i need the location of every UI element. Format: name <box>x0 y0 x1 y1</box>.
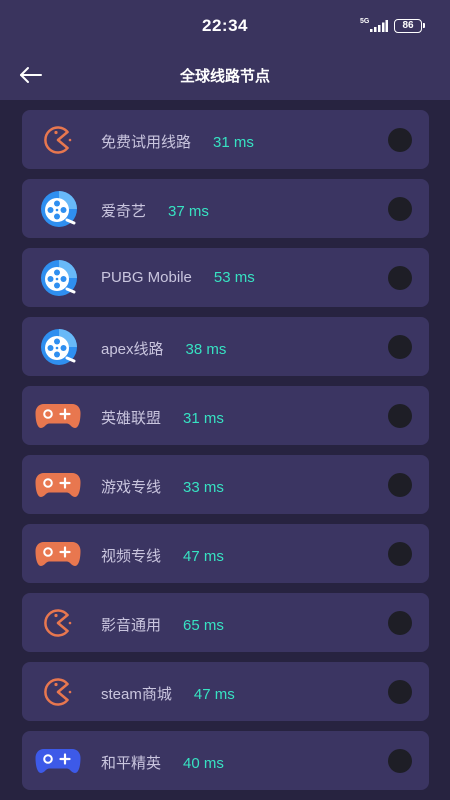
route-item[interactable]: 视频专线 47 ms <box>22 524 429 583</box>
route-name: 英雄联盟 31 ms <box>101 407 224 428</box>
route-name-label: 爱奇艺 <box>101 203 147 220</box>
route-name: 影音通用 65 ms <box>101 614 224 635</box>
route-latency: 40 ms <box>183 755 224 772</box>
network-type: 5G <box>360 18 370 25</box>
status-bar: 22:34 5G 86 <box>0 0 450 50</box>
route-select-radio[interactable] <box>388 197 412 221</box>
route-name-label: 英雄联盟 <box>101 410 162 427</box>
route-select-radio[interactable] <box>388 335 412 359</box>
route-select-radio[interactable] <box>388 749 412 773</box>
pacman-icon <box>34 602 82 644</box>
route-select-radio[interactable] <box>388 266 412 290</box>
route-latency: 31 ms <box>183 410 224 427</box>
gamepad-blue-icon <box>34 740 82 782</box>
film-reel-icon <box>34 326 82 368</box>
film-reel-icon <box>34 188 82 230</box>
film-reel-icon <box>34 257 82 299</box>
route-name: steam商城 47 ms <box>101 683 235 704</box>
app-header: 全球线路节点 <box>0 50 450 100</box>
route-latency: 33 ms <box>183 479 224 496</box>
route-item[interactable]: 英雄联盟 31 ms <box>22 386 429 445</box>
route-select-radio[interactable] <box>388 128 412 152</box>
route-item[interactable]: steam商城 47 ms <box>22 662 429 721</box>
route-latency: 65 ms <box>183 617 224 634</box>
battery-level: 86 <box>402 20 414 31</box>
route-latency: 53 ms <box>213 269 255 286</box>
signal-icon: 5G <box>360 18 390 34</box>
pacman-icon <box>34 671 82 713</box>
route-name-label: steam商城 <box>101 686 172 703</box>
pacman-icon <box>34 119 82 161</box>
route-select-radio[interactable] <box>388 611 412 635</box>
route-name: apex线路 38 ms <box>101 338 226 359</box>
route-list: 免费试用线路 31 ms 爱奇艺 37 ms PUBG Mobile 53 ms ap… <box>22 110 429 800</box>
route-item[interactable]: 和平精英 40 ms <box>22 731 429 790</box>
route-latency: 31 ms <box>213 134 254 151</box>
route-latency: 38 ms <box>185 341 227 358</box>
route-item[interactable]: 爱奇艺 37 ms <box>22 179 429 238</box>
gamepad-icon <box>34 464 82 506</box>
route-item[interactable]: 影音通用 65 ms <box>22 593 429 652</box>
route-select-radio[interactable] <box>388 473 412 497</box>
route-item[interactable]: PUBG Mobile 53 ms <box>22 248 429 307</box>
route-latency: 47 ms <box>183 548 224 565</box>
route-name: PUBG Mobile 53 ms <box>101 269 255 286</box>
page-title: 全球线路节点 <box>179 68 270 85</box>
route-name-label: PUBG Mobile <box>101 269 192 286</box>
battery-icon: 86 <box>394 19 425 33</box>
route-select-radio[interactable] <box>388 542 412 566</box>
route-item[interactable]: apex线路 38 ms <box>22 317 429 376</box>
route-name-label: 和平精英 <box>101 755 162 772</box>
route-select-radio[interactable] <box>388 680 412 704</box>
route-name: 爱奇艺 37 ms <box>101 200 209 221</box>
route-name-label: 游戏专线 <box>101 479 162 496</box>
route-item[interactable]: 游戏专线 33 ms <box>22 455 429 514</box>
route-name: 免费试用线路 31 ms <box>101 131 254 152</box>
route-name-label: apex线路 <box>101 341 164 358</box>
route-name-label: 免费试用线路 <box>101 134 192 151</box>
route-select-radio[interactable] <box>388 404 412 428</box>
route-item[interactable]: 免费试用线路 31 ms <box>22 110 429 169</box>
route-latency: 37 ms <box>168 203 209 220</box>
route-latency: 47 ms <box>193 686 235 703</box>
route-name-label: 视频专线 <box>101 548 162 565</box>
route-name: 视频专线 47 ms <box>101 545 224 566</box>
route-name: 和平精英 40 ms <box>101 752 224 773</box>
route-name-label: 影音通用 <box>101 617 162 634</box>
route-name: 游戏专线 33 ms <box>101 476 224 497</box>
gamepad-icon <box>34 533 82 575</box>
gamepad-icon <box>34 395 82 437</box>
